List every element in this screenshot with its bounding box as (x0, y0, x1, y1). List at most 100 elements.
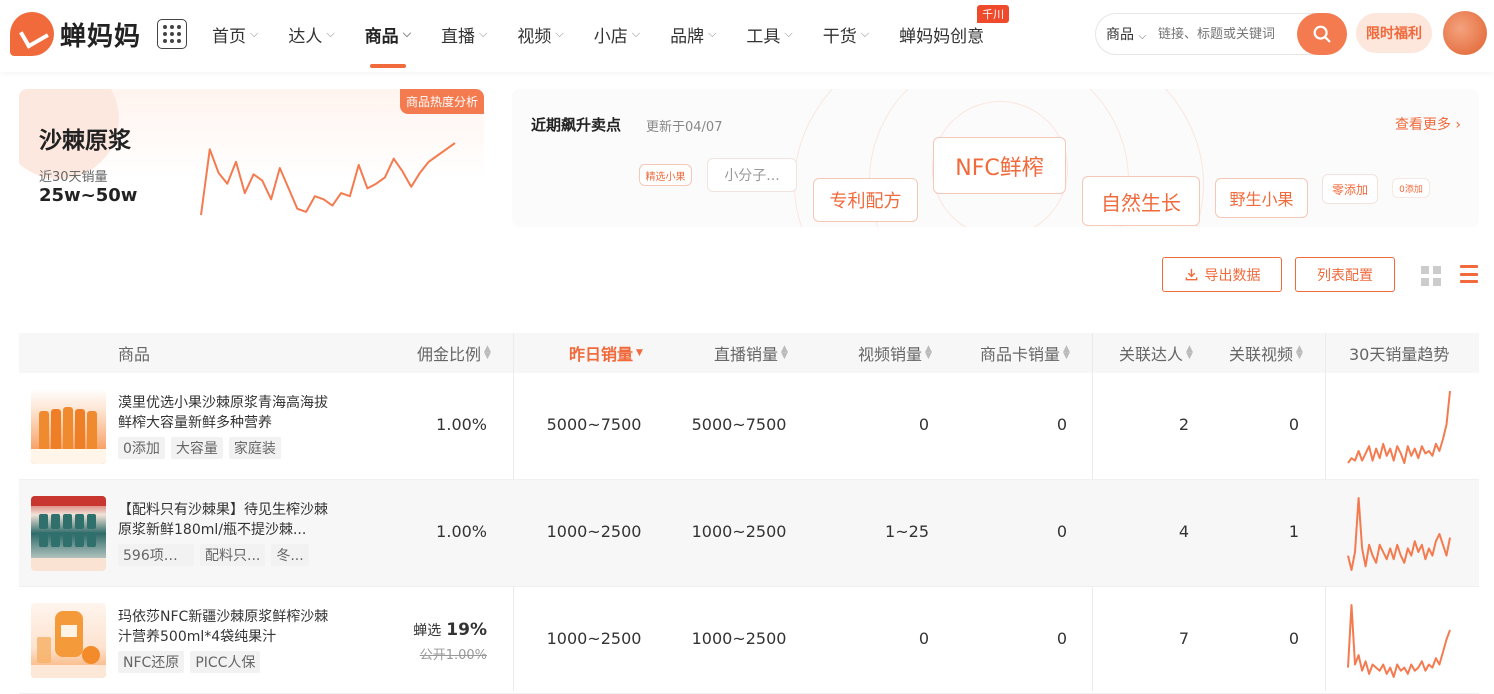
nav-item[interactable]: 工具 ⌵ (739, 0, 799, 68)
product-tag: 大容量 (170, 437, 223, 459)
category-summary-card: 商品热度分析 沙棘原浆 近30天销量 25w~50w (19, 89, 484, 219)
selling-point-chip[interactable]: 0添加 (1392, 178, 1430, 198)
product-table: 商品 佣金比例 ▲ ▼ 昨日销量 ▼ 直播销量 ▲ ▼ 视频销量 ▲ ▼ 商品卡销量 … (19, 333, 1479, 694)
product-tag: NFC还原 (118, 651, 185, 673)
nav-item[interactable]: 商品 ⌵ (358, 0, 418, 68)
selling-point-chip[interactable]: 精选小果 (639, 164, 692, 186)
nav-item[interactable]: 蝉妈妈创意 千川 (892, 0, 1010, 68)
header-label: 商品卡销量 (980, 345, 1061, 364)
view-more-link[interactable]: 查看更多 › (1395, 114, 1461, 134)
row-trend-sparkline (1347, 390, 1451, 464)
influencer-count[interactable]: 7 (1109, 629, 1189, 648)
nav-item[interactable]: 首页 ⌵ (205, 0, 265, 68)
sort-icon: ▲ ▼ (1296, 344, 1303, 361)
selling-point-chip[interactable]: 小分子... (707, 158, 797, 192)
product-tags: NFC还原 PICC人保 (118, 651, 261, 673)
search-button[interactable] (1297, 13, 1347, 55)
header-video-sales[interactable]: 视频销量 ▲ ▼ (858, 333, 932, 373)
header-videos[interactable]: 关联视频 ▲ ▼ (1229, 333, 1303, 373)
chevron-right-icon: › (1455, 117, 1461, 133)
commission-selected-number: 19% (446, 620, 487, 640)
product-name[interactable]: 【配料只有沙棘果】待见生榨沙棘原浆新鲜180ml/瓶不提沙棘... (118, 500, 338, 540)
live-sales-value: 1000~2500 (691, 522, 787, 541)
header-live-sales[interactable]: 直播销量 ▲ ▼ (714, 333, 788, 373)
nav-item[interactable]: 品牌 ⌵ (663, 0, 723, 68)
video-count[interactable]: 0 (1219, 629, 1299, 648)
heat-analysis-tag[interactable]: 商品热度分析 (399, 89, 484, 114)
live-sales-value: 1000~2500 (691, 629, 787, 648)
header-influencers[interactable]: 关联达人 ▲ ▼ (1119, 333, 1193, 373)
table-row[interactable]: 玛依莎NFC新疆沙棘原浆鲜榨沙棘汁营养500ml*4袋纯果汁 NFC还原 PIC… (19, 587, 1479, 694)
chevron-down-icon: ⌵ (479, 27, 488, 40)
nav-item[interactable]: 视频 ⌵ (510, 0, 570, 68)
chevron-down-icon: ⌵ (326, 27, 335, 40)
sort-icon: ▲ ▼ (925, 344, 932, 361)
nav-item[interactable]: 达人 ⌵ (281, 0, 341, 68)
nav-item-label: 首页 (212, 26, 246, 47)
logo[interactable]: 蝉妈妈 (10, 12, 141, 56)
sales-trend-sparkline (200, 142, 456, 216)
chevron-down-icon: ⌵ (631, 27, 641, 40)
nav-item[interactable]: 直播 ⌵ (434, 0, 494, 68)
influencer-count[interactable]: 2 (1109, 415, 1189, 434)
trend-line (1347, 497, 1451, 571)
selling-point-chip[interactable]: 野生小果 (1215, 178, 1308, 218)
video-sales-value: 0 (918, 629, 929, 648)
header-label: 直播销量 (714, 345, 779, 364)
main-nav: 首页 ⌵ 达人 ⌵ 商品 ⌵ 直播 ⌵ 视频 ⌵ 小店 ⌵ 品牌 ⌵ 工具 ⌵ 干货 ⌵ 蝉妈妈创意 千川 (205, 0, 1010, 72)
card-sales-value: 0 (1056, 522, 1067, 541)
chevron-down-icon: ⌵ (1138, 31, 1147, 42)
nav-item-label: 小店 (593, 26, 628, 47)
header-label: 佣金比例 (417, 345, 482, 364)
header-commission[interactable]: 佣金比例 ▲ ▼ (417, 333, 491, 373)
search-icon (1313, 25, 1331, 43)
column-config-button[interactable]: 列表配置 (1295, 257, 1395, 292)
search-input[interactable] (1158, 26, 1290, 42)
chevron-down-icon: ⌵ (860, 27, 870, 40)
promo-button[interactable]: 限时福利 (1356, 13, 1432, 53)
product-image[interactable] (31, 603, 106, 678)
product-image[interactable] (31, 389, 106, 464)
avatar[interactable] (1443, 11, 1487, 55)
nav-item[interactable]: 小店 ⌵ (587, 0, 647, 68)
header-yesterday-sales[interactable]: 昨日销量 ▼ (569, 333, 643, 373)
product-tag: 家庭装 (228, 437, 281, 459)
product-tag: 0添加 (118, 437, 165, 459)
nav-item-label: 干货 (822, 26, 857, 47)
selling-point-chip[interactable]: 专利配方 (813, 178, 918, 222)
selling-point-chip[interactable]: 自然生长 (1082, 176, 1200, 226)
sort-icon: ▲ ▼ (1063, 344, 1070, 361)
chevron-down-icon: ⌵ (250, 27, 259, 40)
nav-item[interactable]: 干货 ⌵ (816, 0, 876, 68)
table-row[interactable]: 【配料只有沙棘果】待见生榨沙棘原浆新鲜180ml/瓶不提沙棘... 596项农.… (19, 480, 1479, 587)
export-data-button[interactable]: 导出数据 (1162, 257, 1282, 292)
header-card-sales[interactable]: 商品卡销量 ▲ ▼ (980, 333, 1070, 373)
video-count[interactable]: 1 (1219, 522, 1299, 541)
product-tag: 配料只... (200, 544, 266, 566)
logo-text: 蝉妈妈 (60, 21, 142, 52)
header-label: 关联达人 (1119, 345, 1184, 364)
grid-view-icon[interactable] (1421, 266, 1441, 286)
sales-value: 25w~50w (39, 185, 138, 206)
commission-public: 公开1.00% (419, 648, 487, 663)
product-image[interactable] (31, 496, 106, 571)
product-name[interactable]: 玛依莎NFC新疆沙棘原浆鲜榨沙棘汁营养500ml*4袋纯果汁 (118, 607, 338, 647)
product-photo (31, 611, 106, 678)
influencer-count[interactable]: 4 (1109, 522, 1189, 541)
search-type-label: 商品 (1106, 27, 1134, 43)
selling-point-chip[interactable]: 零添加 (1322, 174, 1378, 204)
commission-selected: 蝉选 19% (387, 620, 487, 640)
nav-item-label: 蝉妈妈创意 (899, 26, 985, 47)
product-tags: 596项农... 配料只... 冬... (118, 544, 309, 566)
list-view-icon[interactable] (1460, 265, 1478, 283)
search-type-select[interactable]: 商品 ⌵ (1096, 24, 1158, 44)
nav-item-label: 视频 (517, 26, 552, 47)
table-row[interactable]: 漠里优选小果沙棘原浆青海高海拔鲜榨大容量新鲜多种营养 0添加 大容量 家庭装 1… (19, 373, 1479, 480)
export-label: 导出数据 (1204, 267, 1261, 284)
product-tag: 冬... (271, 544, 309, 566)
apps-grid-icon[interactable] (157, 19, 187, 49)
video-count[interactable]: 0 (1219, 415, 1299, 434)
selling-point-chip[interactable]: NFC鲜榨 (933, 137, 1066, 194)
product-name[interactable]: 漠里优选小果沙棘原浆青海高海拔鲜榨大容量新鲜多种营养 (118, 393, 338, 433)
sort-icon: ▲ ▼ (484, 344, 491, 361)
